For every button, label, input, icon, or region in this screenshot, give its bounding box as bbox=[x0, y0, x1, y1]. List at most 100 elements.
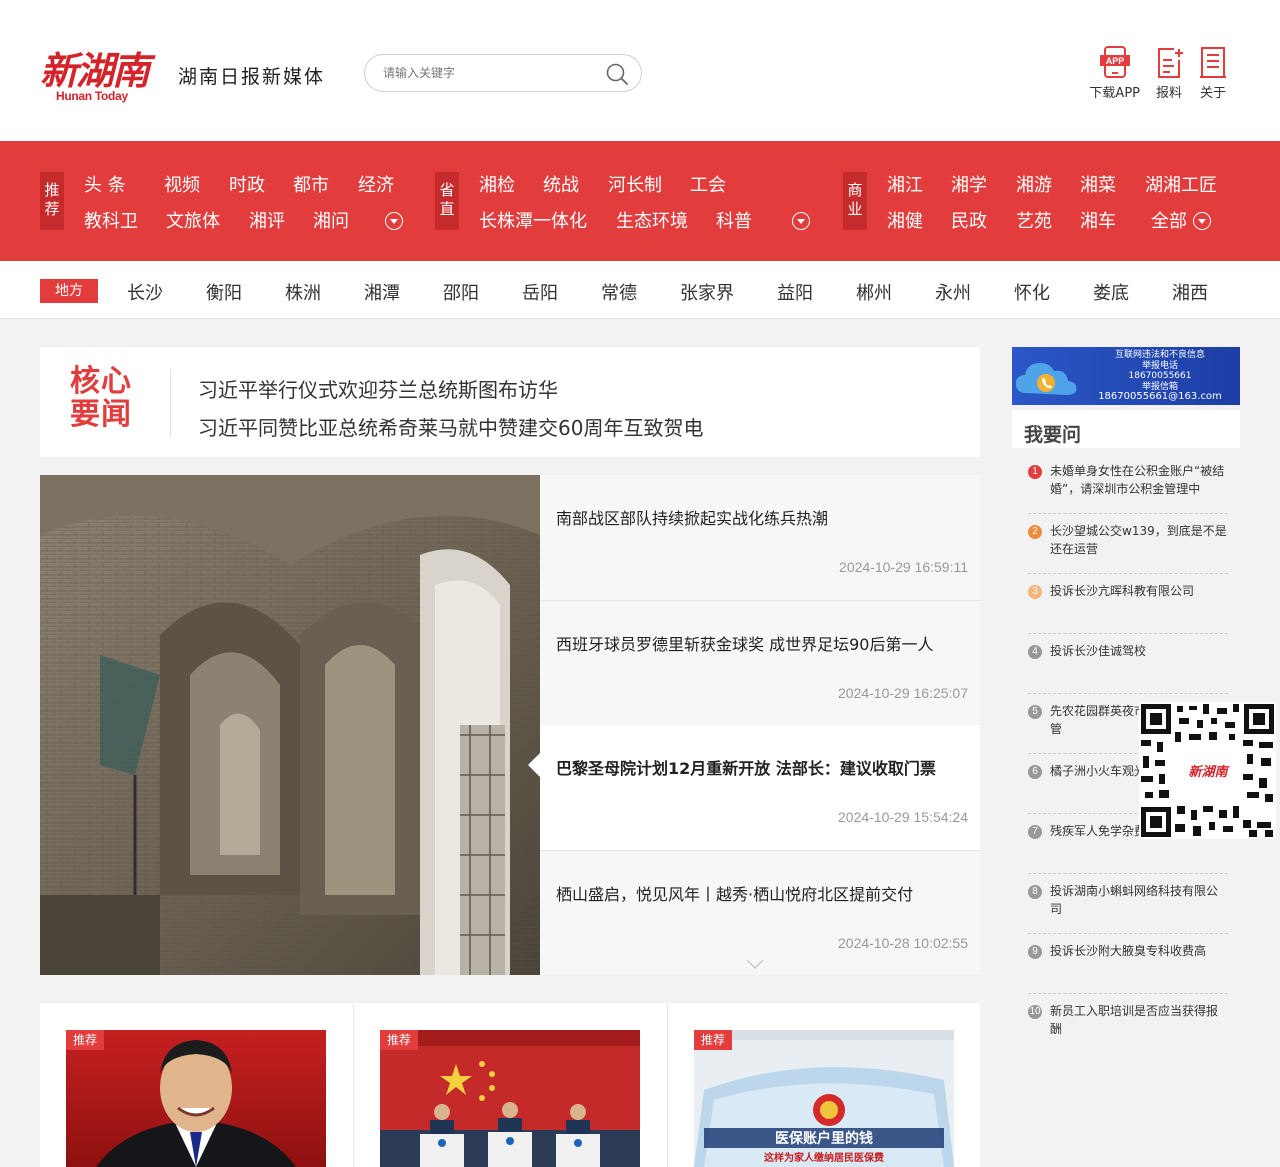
nav-link[interactable]: 河长制 bbox=[608, 171, 662, 197]
ask-item[interactable]: 9 投诉长沙附大腋臭专科收费高 bbox=[1028, 934, 1228, 994]
news-card[interactable]: 推荐 医保账户里的钱 这样为家人缴纳居民医保费 bbox=[668, 1003, 982, 1167]
local-city-link[interactable]: 常德 bbox=[601, 279, 637, 305]
core-news-link[interactable]: 习近平举行仪式欢迎芬兰总统斯图布访华 bbox=[198, 374, 558, 403]
nav-link[interactable]: 湘健 bbox=[887, 207, 923, 233]
local-city-link[interactable]: 衡阳 bbox=[206, 279, 242, 305]
nav-link[interactable]: 经济 bbox=[358, 171, 394, 197]
report-button[interactable]: 报料 bbox=[1154, 46, 1184, 101]
qr-code[interactable]: 新湖南 bbox=[1139, 702, 1276, 839]
nav-link[interactable]: 生态环境 bbox=[616, 207, 688, 233]
nav-link[interactable]: 科普 bbox=[716, 207, 752, 233]
medical-insurance-photo: 医保账户里的钱 这样为家人缴纳居民医保费 bbox=[694, 1030, 954, 1167]
slide-image[interactable] bbox=[40, 475, 540, 975]
card-image[interactable]: 推荐 bbox=[380, 1030, 640, 1167]
ask-item[interactable]: 3 投诉长沙亢晖科教有限公司 bbox=[1028, 574, 1228, 634]
download-app-button[interactable]: APP 下载APP bbox=[1089, 46, 1140, 101]
nav-link[interactable]: 湖湘工匠 bbox=[1145, 171, 1217, 197]
nav-link[interactable]: 湘评 bbox=[249, 207, 285, 233]
news-card[interactable]: 推荐 bbox=[40, 1003, 354, 1167]
card-image[interactable]: 推荐 医保账户里的钱 这样为家人缴纳居民医保费 bbox=[694, 1030, 954, 1167]
slide-item[interactable]: 南部战区部队持续掀起实战化练兵热潮 2024-10-29 16:59:11 bbox=[540, 475, 980, 600]
local-city-link[interactable]: 娄底 bbox=[1093, 279, 1129, 305]
local-city-link[interactable]: 益阳 bbox=[777, 279, 813, 305]
nav-link[interactable]: 湘车 bbox=[1080, 207, 1116, 233]
qr-code-image: 新湖南 bbox=[1139, 702, 1276, 839]
headline-slider: 南部战区部队持续掀起实战化练兵热潮 2024-10-29 16:59:11 西班… bbox=[40, 475, 980, 975]
banner-text: 互联网违法和不良信息 举报电话 18670055661 举报信箱 1867005… bbox=[1084, 350, 1236, 403]
recommend-cards: 推荐 推荐 推荐 医保账户里的钱 这样为家人缴纳居民医保费 bbox=[40, 1003, 980, 1167]
app-icon-text: APP bbox=[1105, 56, 1124, 66]
nav-link[interactable]: 湘游 bbox=[1016, 171, 1052, 197]
nav-link[interactable]: 湘菜 bbox=[1080, 171, 1116, 197]
local-city-link[interactable]: 株洲 bbox=[285, 279, 321, 305]
about-button[interactable]: 关于 bbox=[1198, 46, 1228, 101]
nav-link[interactable]: 教科卫 bbox=[84, 207, 138, 233]
local-nav: 地方 长沙 衡阳 株洲 湘潭 邵阳 岳阳 常德 张家界 益阳 郴州 永州 怀化 … bbox=[0, 261, 1280, 319]
card-badge: 推荐 bbox=[380, 1030, 418, 1050]
about-icon bbox=[1200, 47, 1226, 78]
chevron-down-icon[interactable] bbox=[746, 959, 764, 969]
ask-num: 6 bbox=[1028, 765, 1042, 779]
core-news-label: 核心 要闻 bbox=[70, 365, 140, 431]
nav-link[interactable]: 湘问 bbox=[313, 207, 349, 233]
slide-item[interactable]: 西班牙球员罗德里斩获金球奖 成世界足坛90后第一人 2024-10-29 16:… bbox=[540, 601, 980, 726]
ask-text: 投诉湖南小蝌蚪网络科技有限公司 bbox=[1050, 884, 1219, 916]
banner-line2: 举报电话 bbox=[1141, 360, 1178, 371]
local-city-link[interactable]: 长沙 bbox=[127, 279, 163, 305]
local-city-link[interactable]: 邵阳 bbox=[443, 279, 479, 305]
slide-item[interactable]: 栖山盛启，悦见风年丨越秀·栖山悦府北区提前交付 2024-10-28 10:02… bbox=[540, 851, 980, 975]
nav-link[interactable]: 工会 bbox=[690, 171, 726, 197]
ask-item[interactable]: 8 投诉湖南小蝌蚪网络科技有限公司 bbox=[1028, 874, 1228, 934]
ask-item[interactable]: 1 未婚单身女性在公积金账户“被结婚”，请深圳市公积金管理中 bbox=[1028, 454, 1228, 514]
nav-link[interactable]: 文旅体 bbox=[166, 207, 220, 233]
search-icon[interactable] bbox=[605, 62, 629, 86]
nav-link[interactable]: 长株潭一体化 bbox=[479, 207, 587, 233]
ask-text: 新员工入职培训是否应当获得报酬 bbox=[1050, 1004, 1219, 1036]
portrait-photo bbox=[66, 1030, 326, 1167]
site-logo[interactable]: 新湖南 Hunan Today bbox=[40, 40, 152, 106]
card-image[interactable]: 推荐 bbox=[66, 1030, 326, 1167]
cathedral-photo bbox=[40, 475, 540, 975]
slide-item-active[interactable]: 巴黎圣母院计划12月重新开放 法部长：建议收取门票 2024-10-29 15:… bbox=[540, 725, 980, 850]
ask-num: 2 bbox=[1028, 525, 1042, 539]
local-city-link[interactable]: 湘西 bbox=[1172, 279, 1208, 305]
news-card[interactable]: 推荐 bbox=[354, 1003, 668, 1167]
ask-item[interactable]: 10 新员工入职培训是否应当获得报酬 bbox=[1028, 994, 1228, 1054]
nav-link[interactable]: 湘检 bbox=[479, 171, 515, 197]
local-city-link[interactable]: 永州 bbox=[935, 279, 971, 305]
nav-link[interactable]: 头 条 bbox=[84, 171, 126, 197]
local-city-link[interactable]: 湘潭 bbox=[364, 279, 400, 305]
nav-more-icon[interactable] bbox=[1193, 212, 1211, 230]
ask-text: 未婚单身女性在公积金账户“被结婚”，请深圳市公积金管理中 bbox=[1050, 464, 1225, 496]
ask-num: 1 bbox=[1028, 465, 1042, 479]
nav-link[interactable]: 时政 bbox=[229, 171, 265, 197]
nav-link[interactable]: 统战 bbox=[543, 171, 579, 197]
ask-text: 长沙望城公交w139，到底是不是还在运营 bbox=[1050, 524, 1227, 556]
local-city-link[interactable]: 怀化 bbox=[1014, 279, 1050, 305]
nav-link[interactable]: 艺苑 bbox=[1016, 207, 1052, 233]
nav-more-icon[interactable] bbox=[792, 212, 810, 230]
ask-item[interactable]: 2 长沙望城公交w139，到底是不是还在运营 bbox=[1028, 514, 1228, 574]
nav-link[interactable]: 湘江 bbox=[887, 171, 923, 197]
local-city-link[interactable]: 张家界 bbox=[680, 279, 734, 305]
download-app-label: 下载APP bbox=[1089, 86, 1140, 101]
local-city-link[interactable]: 郴州 bbox=[856, 279, 892, 305]
core-news: 核心 要闻 习近平举行仪式欢迎芬兰总统斯图布访华 习近平同赞比亚总统希奇莱马就中… bbox=[40, 347, 980, 457]
core-news-link[interactable]: 习近平同赞比亚总统希奇莱马就中赞建交60周年互致贺电 bbox=[198, 412, 703, 441]
nav-link[interactable]: 湘学 bbox=[951, 171, 987, 197]
report-banner[interactable]: 互联网违法和不良信息 举报电话 18670055661 举报信箱 1867005… bbox=[1012, 347, 1240, 405]
nav-more-icon[interactable] bbox=[385, 212, 403, 230]
cloud-phone-icon bbox=[1016, 363, 1077, 395]
ask-item[interactable]: 4 投诉长沙佳诚驾校 bbox=[1028, 634, 1228, 694]
local-city-link[interactable]: 岳阳 bbox=[522, 279, 558, 305]
search-box bbox=[364, 54, 642, 92]
search-input[interactable] bbox=[383, 64, 583, 82]
core-label-line2: 要闻 bbox=[70, 397, 132, 432]
ask-num: 9 bbox=[1028, 945, 1042, 959]
ask-text: 投诉长沙佳诚驾校 bbox=[1050, 644, 1147, 658]
nav-link[interactable]: 民政 bbox=[951, 207, 987, 233]
ask-num: 7 bbox=[1028, 825, 1042, 839]
nav-link-all[interactable]: 全部 bbox=[1151, 207, 1187, 233]
nav-link[interactable]: 视频 bbox=[164, 171, 200, 197]
nav-link[interactable]: 都市 bbox=[293, 171, 329, 197]
